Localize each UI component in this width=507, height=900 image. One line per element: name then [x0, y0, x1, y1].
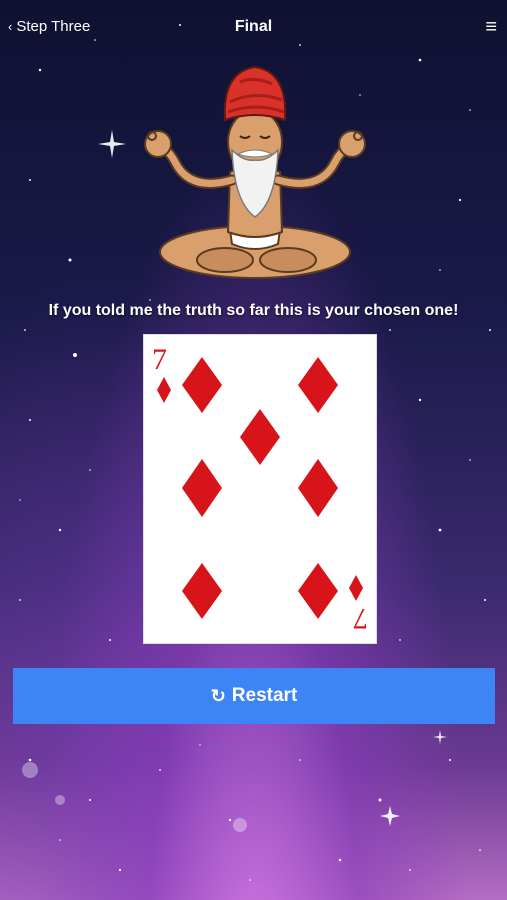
top-navbar: ‹ Step Three Final ≡ [0, 0, 507, 56]
pip-diamond-icon [182, 357, 222, 413]
page-title: Final [234, 18, 273, 35]
corner-diamond-icon [349, 575, 363, 601]
pip-diamond-icon [298, 357, 338, 413]
corner-diamond-icon [157, 377, 171, 403]
final-screen: ‹ Step Three Final ≡ If you told me the … [0, 0, 507, 900]
card-rank-bottom: 7 [353, 602, 368, 635]
card-rank-top: 7 [152, 343, 167, 376]
pip-diamond-icon [182, 459, 222, 517]
pip-diamond-icon [298, 459, 338, 517]
guru-illustration [144, 65, 366, 279]
restart-icon: ↻ [210, 685, 226, 706]
chosen-playing-card: 7 7 [143, 334, 377, 644]
pip-diamond-icon [240, 409, 280, 465]
seven-of-diamonds-card: 7 7 [152, 343, 368, 635]
pip-diamond-icon [182, 563, 222, 619]
restart-button-label: Restart [231, 685, 298, 706]
pip-diamond-icon [298, 563, 338, 619]
chosen-card-message: If you told me the truth so far this is … [48, 302, 459, 319]
restart-button[interactable]: ↻ Restart [13, 668, 495, 724]
menu-icon[interactable]: ≡ [485, 16, 497, 39]
